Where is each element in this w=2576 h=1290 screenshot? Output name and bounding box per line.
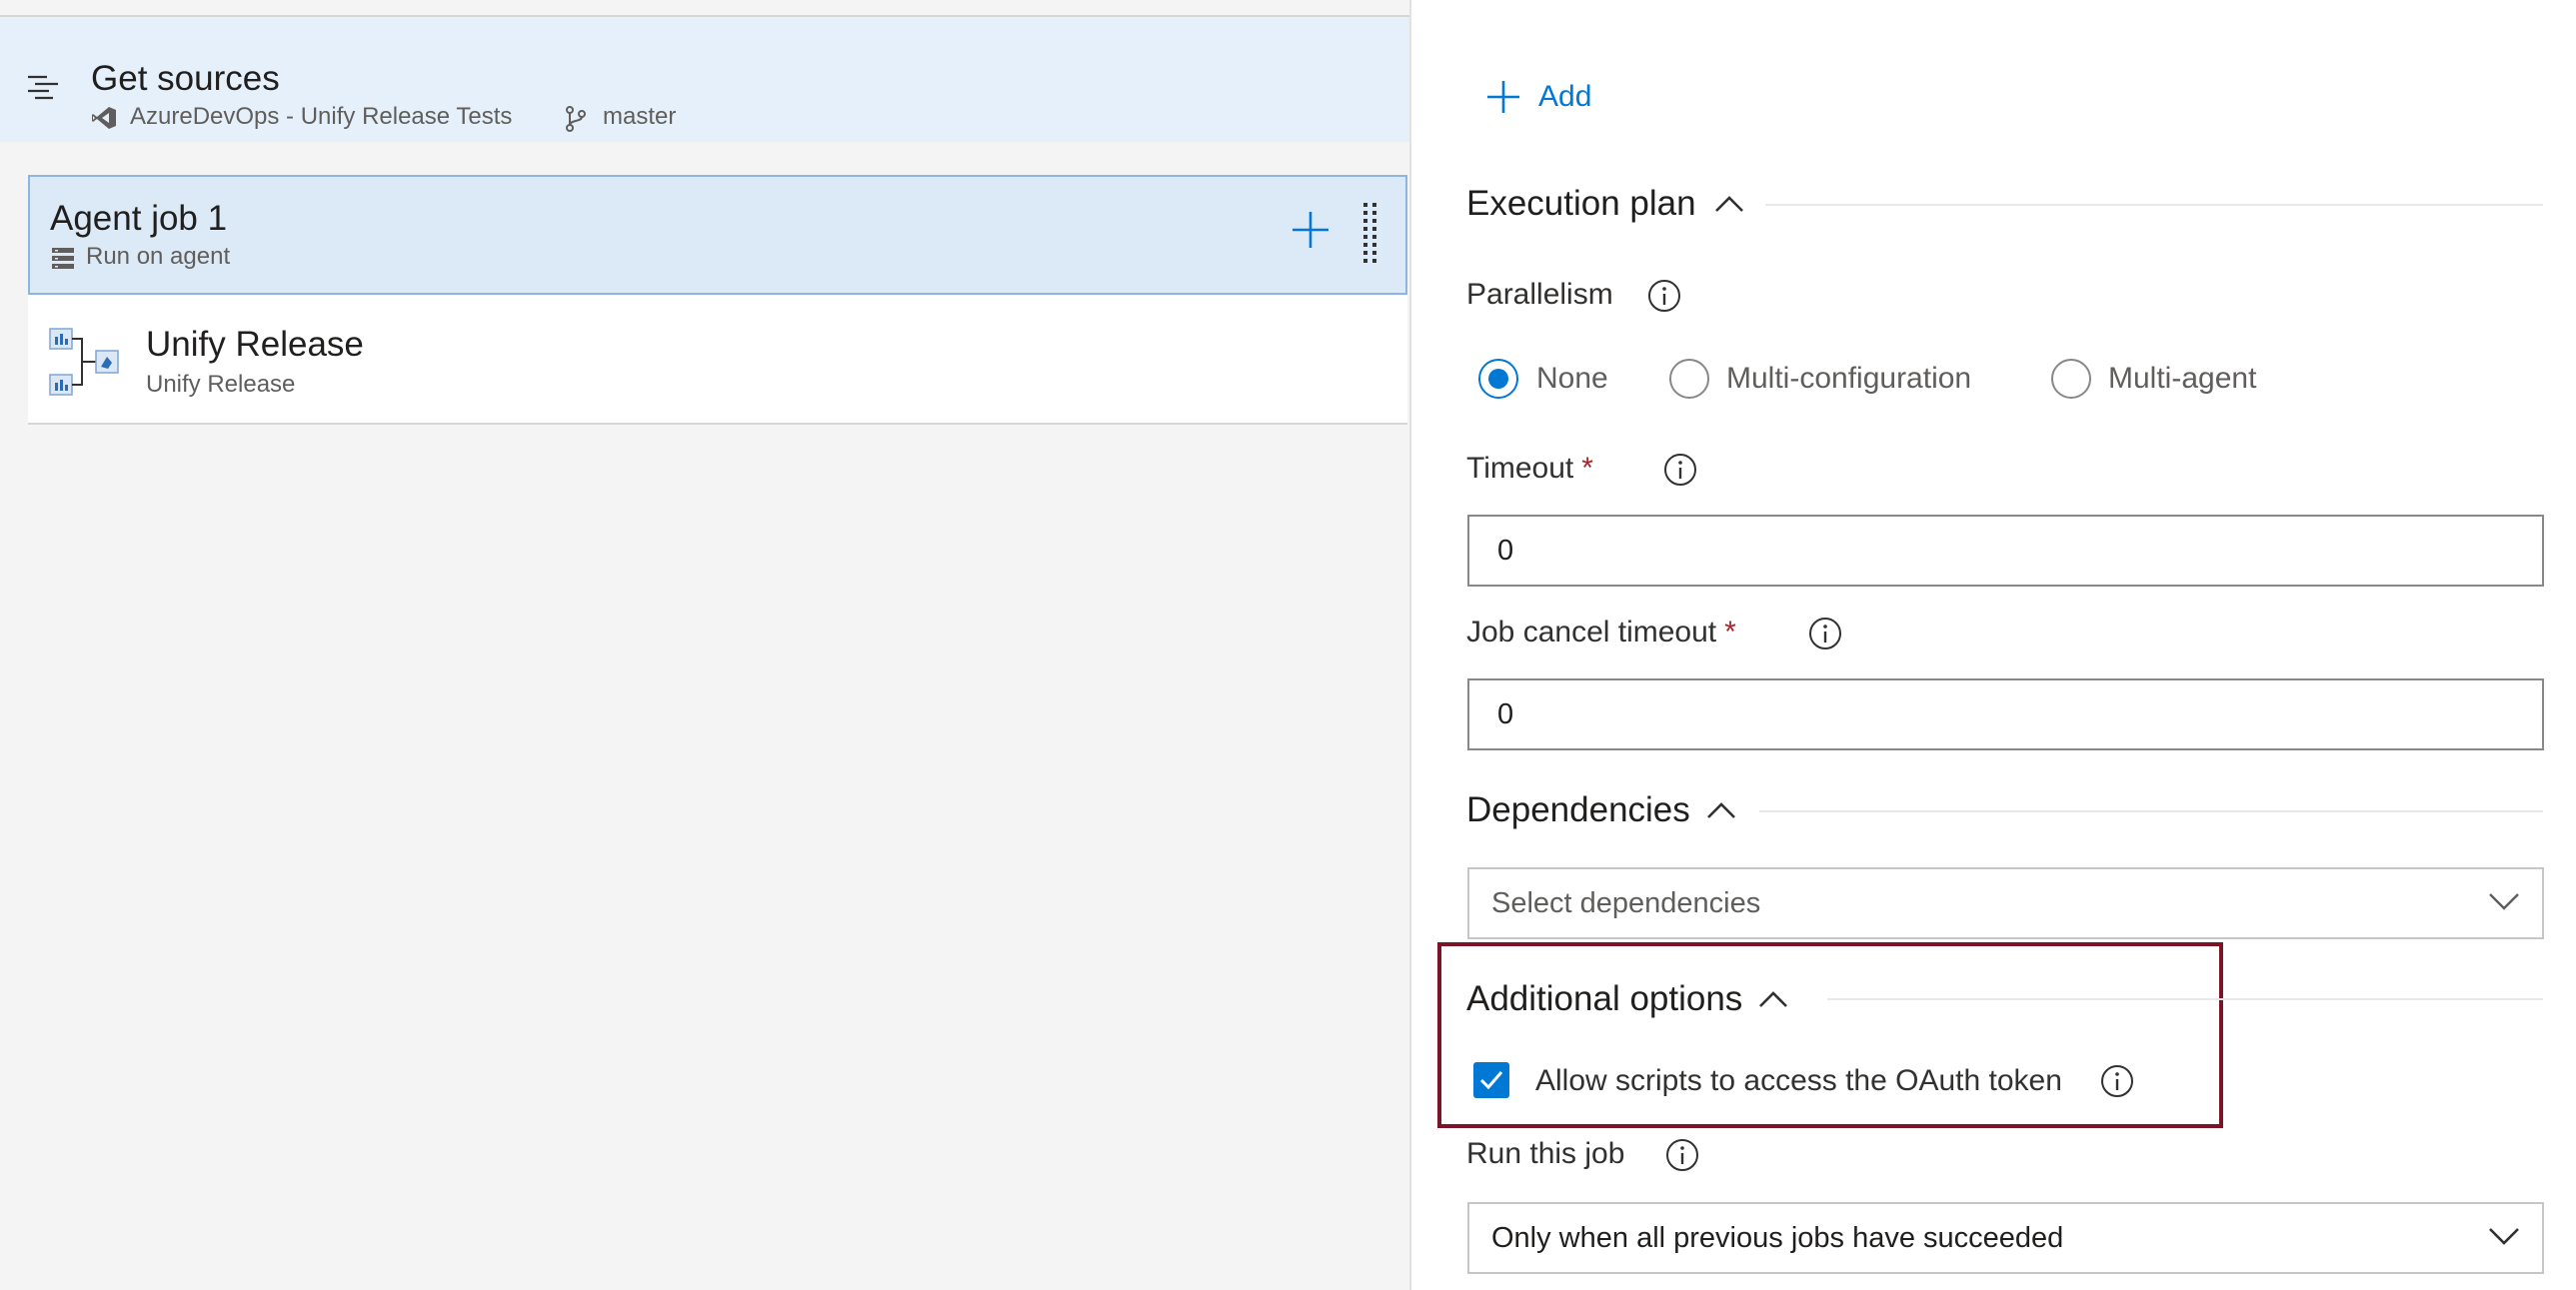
timeout-label-text: Timeout	[1466, 452, 1574, 485]
execution-plan-title: Execution plan	[1466, 184, 1696, 223]
parallelism-label: Parallelism	[1466, 278, 1613, 311]
drag-handle-icon[interactable]	[1361, 203, 1379, 267]
info-icon[interactable]	[1808, 617, 1842, 650]
repo-icon	[91, 106, 117, 130]
get-sources-row[interactable]: Get sources AzureDevOps - Unify Release …	[0, 17, 1409, 142]
job-cancel-timeout-label: Job cancel timeout *	[1466, 616, 1736, 649]
execution-plan-divider	[1765, 204, 2543, 206]
oauth-checkbox[interactable]	[1473, 1062, 1509, 1098]
radio-multi-agent[interactable]	[2051, 359, 2091, 399]
radio-multi-configuration[interactable]	[1669, 359, 1709, 399]
job-cancel-timeout-input[interactable]: 0	[1467, 678, 2544, 750]
additional-options-title: Additional options	[1466, 979, 1743, 1018]
additional-options-header[interactable]: Additional options	[1466, 979, 1788, 1019]
run-this-job-label: Run this job	[1466, 1137, 1625, 1170]
job-cancel-timeout-label-text: Job cancel timeout	[1466, 616, 1717, 648]
additional-options-divider	[1827, 998, 2543, 1000]
task-title: Unify Release	[146, 325, 364, 364]
dependencies-title: Dependencies	[1466, 790, 1690, 829]
chevron-down-icon	[2488, 1226, 2520, 1246]
branch-name: master	[603, 103, 677, 130]
info-icon[interactable]	[1663, 453, 1697, 487]
list-icon	[27, 75, 59, 103]
radio-none[interactable]	[1478, 359, 1518, 399]
execution-plan-header[interactable]: Execution plan	[1466, 184, 1744, 224]
add-icon	[1486, 80, 1520, 114]
agent-job-row[interactable]: Agent job 1 Run on agent	[28, 175, 1407, 295]
radio-multi-agent-indicator	[2051, 359, 2091, 399]
pipeline-pane: Get sources AzureDevOps - Unify Release …	[0, 0, 1409, 1290]
dependencies-divider	[1759, 810, 2543, 812]
info-icon[interactable]	[1647, 279, 1681, 313]
info-icon[interactable]	[1665, 1138, 1699, 1172]
required-marker: *	[1724, 616, 1736, 648]
agent-job-title: Agent job 1	[50, 199, 228, 238]
task-subtitle: Unify Release	[146, 371, 296, 398]
timeout-label: Timeout *	[1466, 452, 1593, 486]
dependencies-placeholder: Select dependencies	[1491, 886, 1761, 919]
agent-icon	[52, 248, 74, 270]
required-marker: *	[1581, 452, 1593, 485]
add-label: Add	[1538, 80, 1592, 113]
task-icon	[48, 327, 120, 397]
repository-name: AzureDevOps - Unify Release Tests	[130, 103, 513, 130]
chevron-up-icon	[1758, 990, 1788, 1008]
branch-icon	[565, 106, 587, 132]
checkbox-check-icon	[1479, 1069, 1503, 1091]
chevron-up-icon	[1706, 801, 1736, 819]
add-button[interactable]: Add	[1486, 80, 1591, 114]
radio-multi-configuration-indicator	[1669, 359, 1709, 399]
get-sources-title: Get sources	[91, 59, 280, 98]
radio-multi-configuration-label: Multi-configuration	[1726, 362, 1972, 395]
oauth-label[interactable]: Allow scripts to access the OAuth token	[1535, 1064, 2062, 1098]
run-this-job-select[interactable]: Only when all previous jobs have succeed…	[1467, 1202, 2544, 1274]
run-this-job-value: Only when all previous jobs have succeed…	[1491, 1221, 2064, 1254]
agent-job-subtitle: Run on agent	[86, 243, 231, 270]
radio-none-label: None	[1536, 362, 1608, 395]
radio-none-indicator	[1478, 359, 1518, 399]
radio-multi-agent-label: Multi-agent	[2108, 362, 2257, 395]
chevron-down-icon	[2488, 891, 2520, 911]
chevron-up-icon	[1714, 195, 1744, 213]
dependencies-select[interactable]: Select dependencies	[1467, 867, 2544, 939]
timeout-input[interactable]: 0	[1467, 515, 2544, 587]
highlight-box	[1437, 942, 2223, 1128]
task-row-unify-release[interactable]: Unify Release Unify Release	[28, 295, 1407, 425]
add-task-button[interactable]	[1291, 211, 1329, 249]
info-icon[interactable]	[2100, 1064, 2134, 1098]
dependencies-header[interactable]: Dependencies	[1466, 790, 1736, 830]
